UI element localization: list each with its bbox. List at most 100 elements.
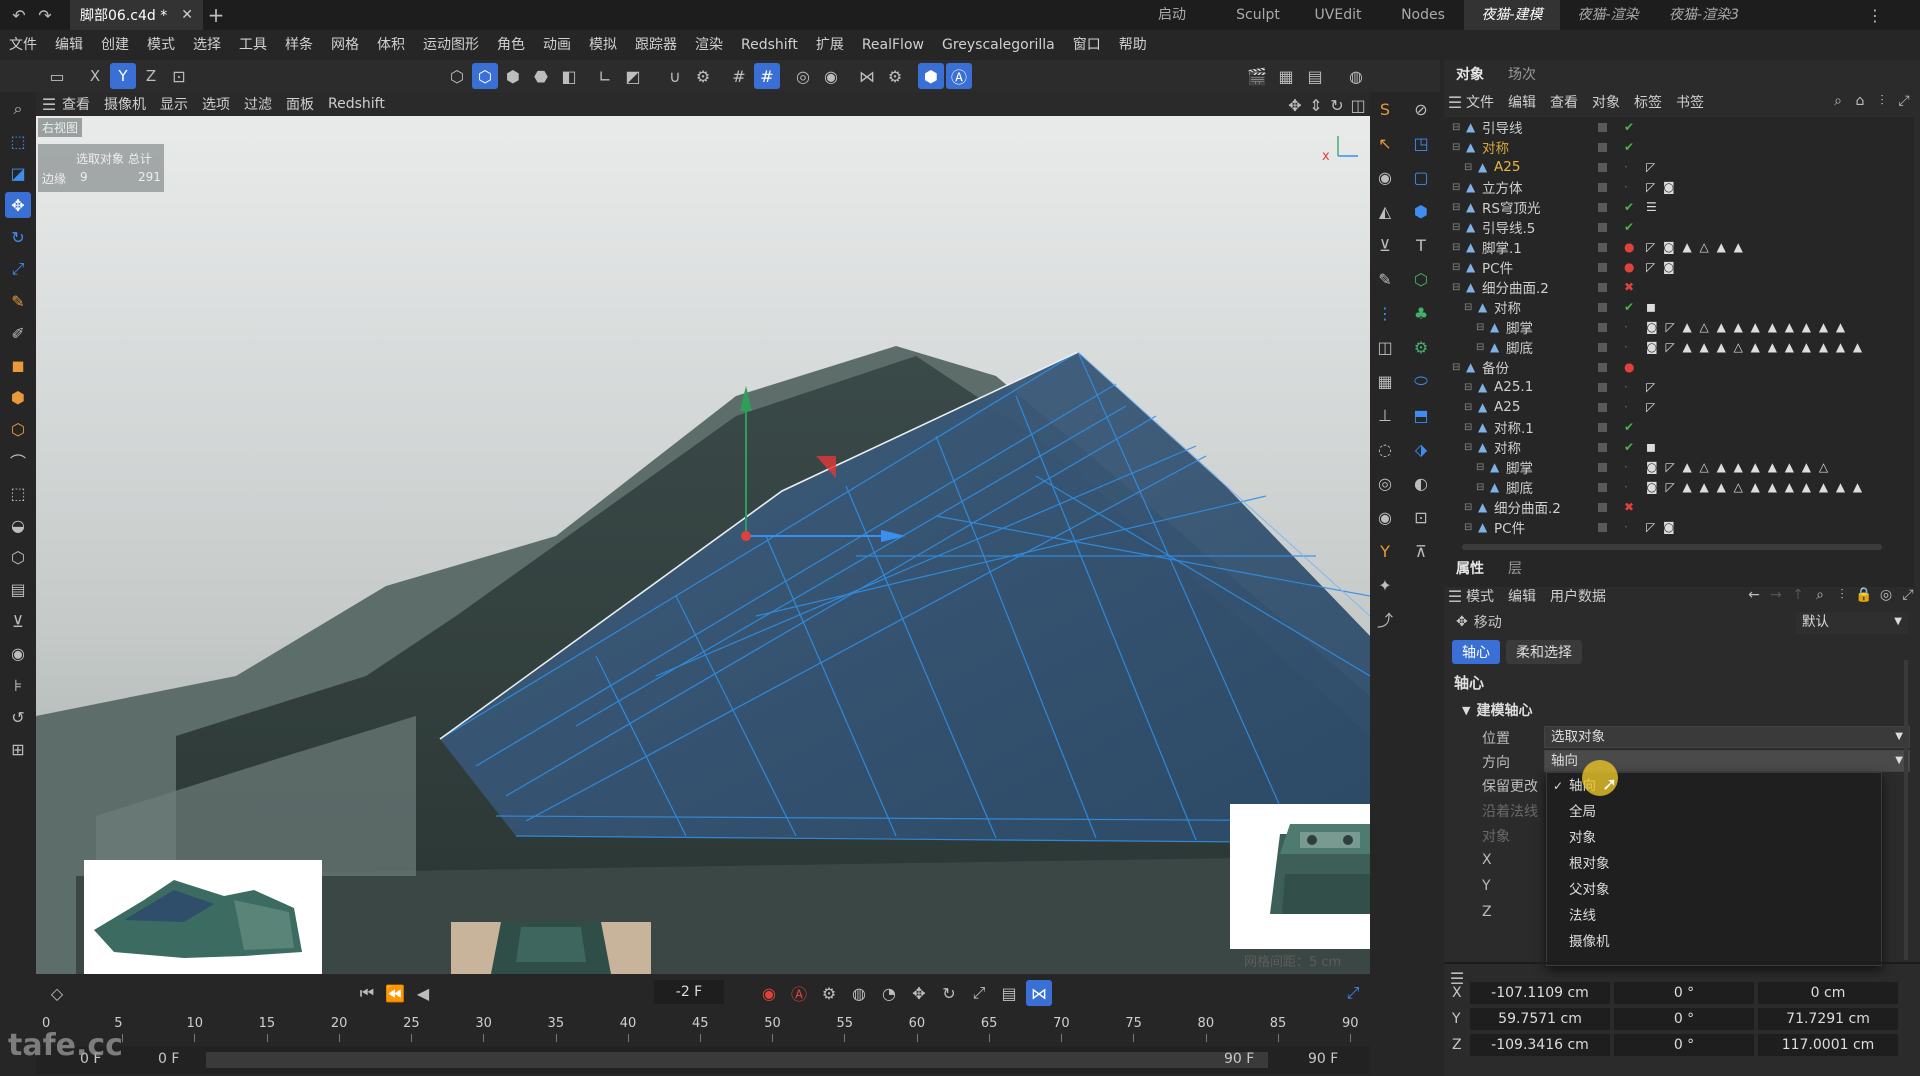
object-row[interactable]: ⊟ ▲ 脚掌 · ◙ ◸ ▲ △ ▲ ▲ ▲ ▲ ▲ ▲ △ (1444, 457, 1914, 477)
key-scale-icon[interactable]: ⤢ (966, 980, 992, 1006)
expand-toggle-icon[interactable]: ⊟ (1476, 482, 1484, 493)
subtab-soft-selection[interactable]: 柔和选择 (1506, 640, 1582, 664)
render-picture-icon[interactable]: ▦ (1273, 63, 1299, 89)
status-icon[interactable]: · (1624, 320, 1628, 334)
range-start-b[interactable]: 0 F (158, 1051, 179, 1067)
attribute-scrollbar[interactable] (1904, 660, 1908, 960)
sculpt-icon[interactable]: Y (1372, 538, 1398, 564)
attribute-menu-item[interactable]: 编辑 (1508, 586, 1536, 606)
forward-icon[interactable]: → (1766, 584, 1786, 606)
sweep-icon[interactable]: ⊻ (1372, 232, 1398, 258)
back-icon[interactable]: ← (1744, 584, 1764, 606)
menu-item[interactable]: 帮助 (1110, 30, 1156, 60)
viewport-menu-item[interactable]: 过滤 (244, 94, 272, 114)
position-dropdown[interactable]: 选取对象 ▼ (1544, 726, 1910, 748)
object-tags[interactable]: ◸ (1646, 400, 1657, 414)
tab-layers[interactable]: 层 (1496, 554, 1534, 584)
status-icon[interactable]: ✔ (1624, 440, 1634, 454)
menu-item[interactable]: 选择 (184, 30, 230, 60)
expand-toggle-icon[interactable]: ⊟ (1452, 122, 1460, 133)
key-rotation-icon[interactable]: ↻ (936, 980, 962, 1006)
menu-item[interactable]: 角色 (488, 30, 534, 60)
text-icon[interactable]: T (1408, 232, 1434, 258)
redo-icon[interactable]: ↷ (32, 2, 58, 28)
key-pla-icon[interactable]: ⋈ (1026, 980, 1052, 1006)
layer-swatch-icon[interactable] (1598, 302, 1607, 312)
workplane-snap-icon[interactable]: # (754, 63, 780, 89)
redshift-ipr-icon[interactable]: ⬢ (918, 63, 944, 89)
snap-settings-icon[interactable]: ⚙ (690, 63, 716, 89)
layer-swatch-icon[interactable] (1598, 322, 1607, 332)
coordinate-rotation-field[interactable]: 0 ° (1614, 1008, 1754, 1030)
object-row[interactable]: ⊟ ▲ A25.1 · ◸ (1444, 377, 1914, 397)
object-menu-item[interactable]: 对象 (1592, 92, 1620, 112)
layer-swatch-icon[interactable] (1598, 522, 1607, 532)
undo-icon[interactable]: ↶ (6, 2, 32, 28)
slide-icon[interactable]: ▤ (5, 576, 31, 602)
scale-tool-icon[interactable]: ⤢ (5, 256, 31, 282)
bevel-icon[interactable]: ⬚ (5, 480, 31, 506)
expand-toggle-icon[interactable]: ⊟ (1464, 422, 1472, 433)
menu-item[interactable]: 窗口 (1064, 30, 1110, 60)
fracture-icon[interactable]: ♣ (1408, 300, 1434, 326)
expand-toggle-icon[interactable]: ⊟ (1476, 322, 1484, 333)
home-icon[interactable]: ⌂ (1850, 90, 1870, 112)
record-settings-icon[interactable]: ⚙ (816, 980, 842, 1006)
expand-toggle-icon[interactable]: ⊟ (1464, 302, 1472, 313)
axis-mode-icon[interactable]: ∟ (592, 63, 618, 89)
tab-attributes[interactable]: 属性 (1444, 554, 1496, 584)
layout-tab[interactable]: Sculpt (1222, 0, 1294, 30)
status-icon[interactable]: ✖ (1624, 280, 1634, 294)
menu-item[interactable]: Greyscalegorilla (933, 30, 1064, 60)
layer-swatch-icon[interactable] (1598, 122, 1607, 132)
attribute-menu-item[interactable]: 用户数据 (1550, 586, 1606, 606)
menu-item[interactable]: 模式 (138, 30, 184, 60)
range-slider[interactable] (206, 1052, 1268, 1068)
motion-icon[interactable]: ◍ (846, 980, 872, 1006)
inner-extrude-icon[interactable]: ⬡ (5, 416, 31, 442)
field-icon[interactable]: ⬗ (1408, 436, 1434, 462)
magnet-icon[interactable]: ∪ (662, 63, 688, 89)
object-tags[interactable]: ◼ (1646, 300, 1658, 314)
axis-x-toggle[interactable]: X (82, 63, 108, 89)
menu-item[interactable]: 网格 (322, 30, 368, 60)
grid-tool-icon[interactable]: ▦ (1372, 368, 1398, 394)
object-row[interactable]: ⊟ ▲ 脚掌 · ◙ ◸ ▲ △ ▲ ▲ ▲ ▲ ▲ ▲ ▲ ▲ (1444, 317, 1914, 337)
preset-dropdown[interactable]: 默认 ▼ (1796, 612, 1908, 634)
object-tags[interactable]: ◸ ◙ (1646, 260, 1677, 274)
lock-attr-icon[interactable]: 🔒 (1854, 584, 1874, 606)
object-menu-item[interactable]: 查看 (1550, 92, 1578, 112)
direction-option[interactable]: 摄像机 (1547, 929, 1881, 955)
menu-item[interactable]: 动画 (534, 30, 580, 60)
status-icon[interactable]: · (1624, 460, 1628, 474)
object-list-scrollbar[interactable] (1462, 544, 1882, 550)
camera-object-icon[interactable]: ⊡ (1408, 504, 1434, 530)
expand-attr-icon[interactable]: ⤢ (1898, 584, 1918, 606)
object-tags[interactable]: ◸ ◙ (1646, 180, 1677, 194)
object-tags[interactable]: ◙ ◸ ▲ △ ▲ ▲ ▲ ▲ ▲ ▲ △ (1646, 460, 1830, 474)
rotate-tool-icon[interactable]: ↻ (5, 224, 31, 250)
object-row[interactable]: ⊟ ▲ PC件 ● ◸ ◙ (1444, 257, 1914, 277)
light-icon[interactable]: ◐ (1408, 470, 1434, 496)
object-tags[interactable]: ◸ ◙ (1646, 520, 1677, 534)
status-icon[interactable]: · (1624, 380, 1628, 394)
status-icon[interactable]: · (1624, 340, 1628, 354)
range-end-a[interactable]: 90 F (1224, 1051, 1254, 1067)
expand-toggle-icon[interactable]: ⊟ (1476, 342, 1484, 353)
add-tab-icon[interactable]: + (203, 2, 229, 28)
magnet-tool-icon[interactable]: ◉ (5, 640, 31, 666)
direction-option[interactable]: 全局 (1547, 799, 1881, 825)
layer-swatch-icon[interactable] (1598, 502, 1607, 512)
select-mode-icon[interactable]: ▭ (44, 63, 70, 89)
camera-icon[interactable]: ◉ (1372, 164, 1398, 190)
object-row[interactable]: ⊟ ▲ 对称 ✔ ◼ (1444, 297, 1914, 317)
attribute-menu-item[interactable]: 模式 (1466, 586, 1494, 606)
rect-selection-icon[interactable]: ◪ (5, 160, 31, 186)
object-tags[interactable]: ◙ ◸ ▲ ▲ ▲ △ ▲ ▲ ▲ ▲ ▲ ▲ ▲ (1646, 340, 1864, 354)
object-row[interactable]: ⊟ ▲ 脚底 · ◙ ◸ ▲ ▲ ▲ △ ▲ ▲ ▲ ▲ ▲ ▲ ▲ (1444, 337, 1914, 357)
prev-frame-icon[interactable]: ◀ (410, 980, 436, 1006)
direction-option[interactable]: 根对象 (1547, 851, 1881, 877)
polygons-mode-icon[interactable]: ⬢ (500, 63, 526, 89)
pan-icon[interactable]: ✥ (1286, 92, 1304, 118)
knife-icon[interactable]: ✎ (5, 288, 31, 314)
